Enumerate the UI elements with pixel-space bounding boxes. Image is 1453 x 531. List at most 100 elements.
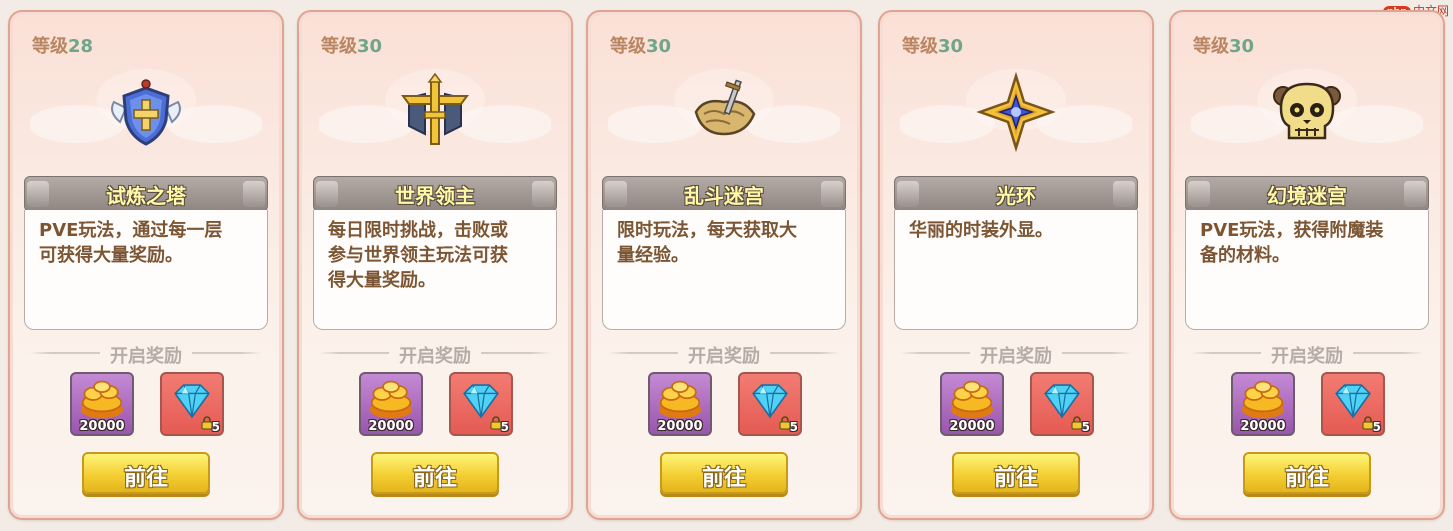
- rewards-header-text: 开启奖励: [688, 346, 760, 367]
- description-box: 华丽的时装外显。: [894, 210, 1138, 330]
- divider: [1353, 352, 1423, 354]
- description-line: 得大量奖励。: [328, 270, 436, 291]
- level-number: 30: [1229, 36, 1255, 57]
- divider: [1191, 352, 1261, 354]
- go-button[interactable]: 前往: [82, 452, 210, 494]
- level-label: 等级: [902, 36, 938, 57]
- divider: [1062, 352, 1132, 354]
- reward-gem[interactable]: 5: [449, 372, 513, 436]
- card-title: 乱斗迷宫: [684, 184, 764, 208]
- go-button[interactable]: 前往: [371, 452, 499, 494]
- go-button-label: 前往: [701, 466, 746, 491]
- reward-quantity: 20000: [368, 419, 414, 434]
- level-label: 等级: [1193, 36, 1229, 57]
- feature-card-brawl-maze: 等级30 乱斗迷宫 限时玩法，每天获取大 量经验。 开启奖励 20000 5 前…: [586, 10, 862, 520]
- rewards-header: 开启奖励: [24, 342, 268, 367]
- level-number: 30: [357, 36, 383, 57]
- reward-quantity: 20000: [657, 419, 703, 434]
- reward-gold[interactable]: 20000: [648, 372, 712, 436]
- divider: [900, 352, 970, 354]
- rewards-header-text: 开启奖励: [399, 346, 471, 367]
- feature-card-world-boss: 等级30 世界领主 每日限时挑战，击败或 参与世界领主玩法可获 得大量奖励。 开…: [297, 10, 573, 520]
- description-line: 每日限时挑战，击败或: [328, 220, 508, 241]
- description-line: 华丽的时装外显。: [909, 220, 1053, 241]
- description-line: 参与世界领主玩法可获: [328, 245, 508, 266]
- card-title: 幻境迷宫: [1267, 184, 1347, 208]
- rewards-header-text: 开启奖励: [980, 346, 1052, 367]
- level-number: 30: [938, 36, 964, 57]
- reward-count: 5: [211, 420, 220, 434]
- gold-coins-icon: [658, 380, 702, 419]
- divider: [192, 352, 262, 354]
- level-number: 28: [68, 36, 94, 57]
- go-button[interactable]: 前往: [660, 452, 788, 494]
- reward-gem[interactable]: 5: [1030, 372, 1094, 436]
- level-number: 30: [646, 36, 672, 57]
- description-box: 限时玩法，每天获取大 量经验。: [602, 210, 846, 330]
- level-requirement: 等级30: [321, 32, 382, 58]
- level-label: 等级: [32, 36, 68, 57]
- level-requirement: 等级30: [902, 32, 963, 58]
- card-title: 世界领主: [395, 184, 475, 208]
- reward-count: 5: [500, 420, 509, 434]
- reward-quantity: 20000: [79, 419, 125, 434]
- level-label: 等级: [321, 36, 357, 57]
- level-requirement: 等级30: [1193, 32, 1254, 58]
- rewards-header: 开启奖励: [1185, 342, 1429, 367]
- gold-coins-icon: [80, 380, 124, 419]
- gold-coins-icon: [1241, 380, 1285, 419]
- description-line: 可获得大量奖励。: [39, 245, 183, 266]
- card-title: 试炼之塔: [106, 184, 186, 208]
- card-title: 光环: [996, 184, 1036, 208]
- feature-card-halo: 等级30 光环 华丽的时装外显。 开启奖励 20000 5 前往: [878, 10, 1154, 520]
- go-button[interactable]: 前往: [1243, 452, 1371, 494]
- reward-gold[interactable]: 20000: [940, 372, 1004, 436]
- gold-coins-icon: [369, 380, 413, 419]
- description-line: PVE玩法，获得附魔装: [1200, 220, 1384, 241]
- level-requirement: 等级30: [610, 32, 671, 58]
- level-label: 等级: [610, 36, 646, 57]
- description-line: 备的材料。: [1200, 245, 1290, 266]
- go-button-label: 前往: [123, 466, 168, 491]
- star-halo-icon: [976, 72, 1056, 152]
- rewards-header-text: 开启奖励: [1271, 346, 1343, 367]
- rewards-header-text: 开启奖励: [110, 346, 182, 367]
- reward-quantity: 20000: [1240, 419, 1286, 434]
- reward-quantity: 20000: [949, 419, 995, 434]
- rewards-header: 开启奖励: [894, 342, 1138, 367]
- reward-count: 5: [1372, 420, 1381, 434]
- gold-coins-icon: [950, 380, 994, 419]
- go-button[interactable]: 前往: [952, 452, 1080, 494]
- game-screen: php中文网 等级28 试炼之塔 PVE玩法，通过每一层 可获得大量奖励。 开启…: [0, 0, 1453, 531]
- reward-gem[interactable]: 5: [1321, 372, 1385, 436]
- description-box: PVE玩法，通过每一层 可获得大量奖励。: [24, 210, 268, 330]
- divider: [770, 352, 840, 354]
- reward-gem[interactable]: 5: [738, 372, 802, 436]
- description-line: 量经验。: [617, 245, 689, 266]
- description-line: PVE玩法，通过每一层: [39, 220, 223, 241]
- skull-icon: [1273, 82, 1341, 140]
- reward-gem[interactable]: 5: [160, 372, 224, 436]
- reward-count: 5: [789, 420, 798, 434]
- divider: [608, 352, 678, 354]
- reward-gold[interactable]: 20000: [70, 372, 134, 436]
- description-line: 限时玩法，每天获取大: [617, 220, 797, 241]
- rewards-header: 开启奖励: [602, 342, 846, 367]
- level-requirement: 等级28: [32, 32, 93, 58]
- description-box: PVE玩法，获得附魔装 备的材料。: [1185, 210, 1429, 330]
- golden-sword-crest-icon: [401, 72, 469, 145]
- rewards-header: 开启奖励: [313, 342, 557, 367]
- divider: [481, 352, 551, 354]
- feature-card-trial-tower: 等级28 试炼之塔 PVE玩法，通过每一层 可获得大量奖励。 开启奖励 2000…: [8, 10, 284, 520]
- reward-count: 5: [1081, 420, 1090, 434]
- divider: [319, 352, 389, 354]
- shield-cross-icon: [111, 79, 181, 146]
- description-box: 每日限时挑战，击败或 参与世界领主玩法可获 得大量奖励。: [313, 210, 557, 330]
- go-button-label: 前往: [1284, 466, 1329, 491]
- reward-gold[interactable]: 20000: [359, 372, 423, 436]
- map-sword-icon: [694, 79, 756, 136]
- go-button-label: 前往: [993, 466, 1038, 491]
- reward-gold[interactable]: 20000: [1231, 372, 1295, 436]
- divider: [30, 352, 100, 354]
- go-button-label: 前往: [412, 466, 457, 491]
